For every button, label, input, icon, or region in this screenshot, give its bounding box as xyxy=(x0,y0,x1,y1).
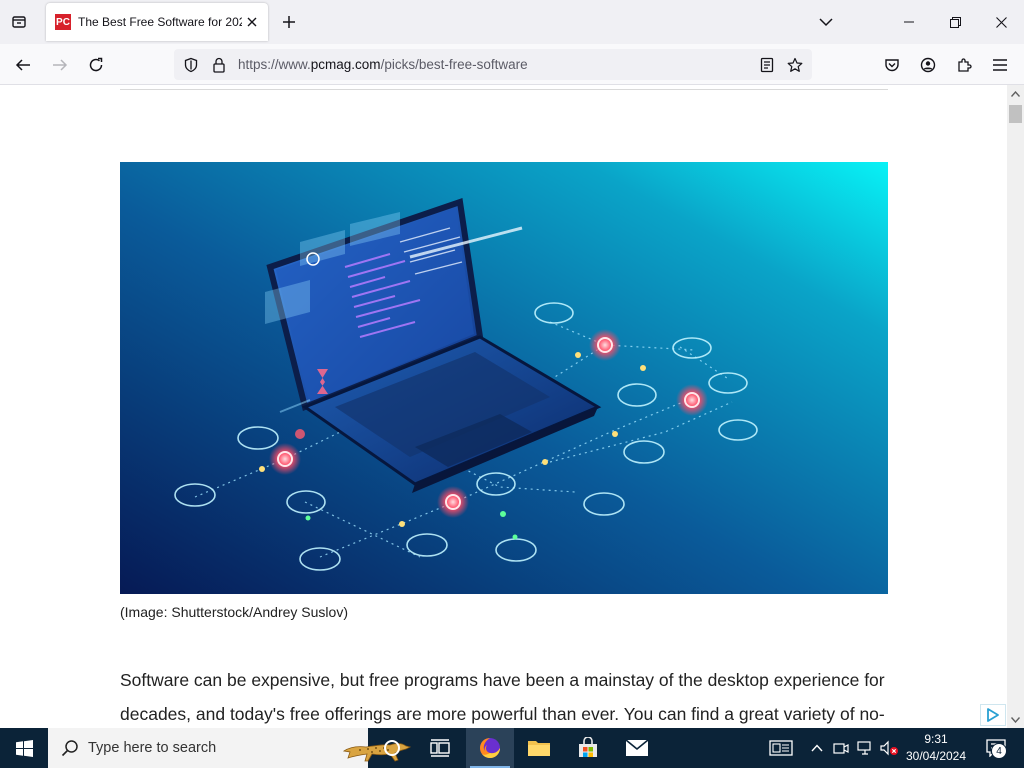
shield-icon xyxy=(184,57,198,73)
arrow-left-icon xyxy=(15,59,30,71)
site-security-icon[interactable] xyxy=(210,56,228,74)
hero-image-laptop-network xyxy=(120,162,888,594)
page-scrollbar[interactable] xyxy=(1007,85,1024,728)
taskbar-microsoft-store[interactable] xyxy=(564,728,612,768)
address-bar[interactable]: https://www.pcmag.com/picks/best-free-so… xyxy=(174,49,812,80)
taskbar-clock[interactable]: 9:31 30/04/2024 xyxy=(900,731,972,765)
mail-envelope-icon xyxy=(625,739,649,756)
scroll-up-button[interactable] xyxy=(1007,85,1024,102)
close-icon xyxy=(247,17,257,27)
bookmark-button[interactable] xyxy=(786,56,804,74)
navigation-toolbar: https://www.pcmag.com/picks/best-free-so… xyxy=(0,44,1024,85)
tab-title: The Best Free Software for 2024 xyxy=(78,15,242,29)
ad-choices-icon xyxy=(987,708,999,722)
network-status-button[interactable] xyxy=(854,738,876,758)
pocket-button[interactable] xyxy=(879,52,905,78)
task-view-icon xyxy=(430,739,450,757)
plus-icon xyxy=(283,16,295,28)
taskbar-file-explorer[interactable] xyxy=(515,728,563,768)
url-prefix: https://www. xyxy=(238,57,311,72)
reload-button[interactable] xyxy=(83,52,109,78)
close-icon xyxy=(995,16,1007,28)
scroll-thumb[interactable] xyxy=(1009,105,1022,123)
speaker-muted-icon xyxy=(880,740,898,756)
notification-count-badge: 4 xyxy=(991,743,1007,759)
close-window-button[interactable] xyxy=(978,0,1024,44)
start-button[interactable] xyxy=(0,728,48,768)
lock-icon xyxy=(213,57,225,73)
search-placeholder: Type here to search xyxy=(88,740,217,756)
puzzle-icon xyxy=(958,58,972,72)
url-path: /picks/best-free-software xyxy=(380,57,528,72)
star-icon xyxy=(787,57,803,72)
page-content: (Image: Shutterstock/Andrey Suslov) Soft… xyxy=(0,85,1007,728)
account-icon xyxy=(920,57,936,73)
url-text[interactable]: https://www.pcmag.com/picks/best-free-so… xyxy=(238,57,528,72)
reader-view-button[interactable] xyxy=(758,56,776,74)
chevron-down-icon xyxy=(819,18,833,27)
show-hidden-icons-button[interactable] xyxy=(806,738,828,758)
taskbar-firefox[interactable] xyxy=(466,728,514,768)
minimize-icon xyxy=(904,21,914,23)
account-button[interactable] xyxy=(915,52,941,78)
chevron-up-icon xyxy=(1011,90,1020,97)
volume-button[interactable] xyxy=(878,738,900,758)
folder-icon xyxy=(528,741,550,756)
forward-button[interactable] xyxy=(47,52,73,78)
pcmag-favicon: PC xyxy=(55,14,71,30)
clock-date: 30/04/2024 xyxy=(905,749,967,763)
scroll-down-button[interactable] xyxy=(1007,711,1024,728)
new-tab-button[interactable] xyxy=(278,11,300,33)
firefox-view-button[interactable] xyxy=(6,10,32,34)
clock-time: 9:31 xyxy=(924,732,948,746)
ad-choices-badge[interactable] xyxy=(980,704,1006,726)
browser-tab-active[interactable]: PC The Best Free Software for 2024 xyxy=(46,3,268,41)
restore-icon xyxy=(949,16,961,28)
windows-taskbar: Type here to search 9:31 30/04/2024 4 xyxy=(0,728,1024,768)
search-icon xyxy=(60,738,80,758)
minimize-button[interactable] xyxy=(886,0,932,44)
cortana-button[interactable] xyxy=(368,728,416,768)
tray-meet-now-button[interactable] xyxy=(830,738,852,758)
news-and-interests-button[interactable] xyxy=(768,738,794,758)
windows-logo-icon xyxy=(15,739,33,757)
extensions-button[interactable] xyxy=(951,52,977,78)
cortana-circle-icon xyxy=(384,740,400,756)
app-menu-button[interactable] xyxy=(987,52,1013,78)
firefox-icon xyxy=(480,738,500,758)
network-icon xyxy=(857,741,871,755)
taskbar-mail[interactable] xyxy=(613,728,661,768)
back-button[interactable] xyxy=(10,52,36,78)
camera-icon xyxy=(833,743,849,754)
hamburger-menu-icon xyxy=(993,59,1007,71)
tab-list-icon xyxy=(12,16,26,28)
chevron-down-icon xyxy=(1011,716,1020,723)
taskbar-search-box[interactable]: Type here to search xyxy=(48,728,412,768)
url-host: pcmag.com xyxy=(310,57,381,72)
store-bag-icon xyxy=(579,737,597,757)
reload-icon xyxy=(89,57,103,72)
tab-close-button[interactable] xyxy=(244,14,260,30)
tab-strip: PC The Best Free Software for 2024 xyxy=(0,0,1024,44)
task-view-button[interactable] xyxy=(416,728,464,768)
list-all-tabs-button[interactable] xyxy=(816,12,836,32)
chevron-up-icon xyxy=(811,744,823,752)
reader-view-icon xyxy=(760,57,774,73)
tracking-protection-icon[interactable] xyxy=(182,56,200,74)
image-caption: (Image: Shutterstock/Andrey Suslov) xyxy=(120,604,348,620)
arrow-right-icon xyxy=(53,59,68,71)
section-divider xyxy=(120,89,888,90)
article-intro-paragraph: Software can be expensive, but free prog… xyxy=(120,670,885,724)
news-icon xyxy=(769,740,793,756)
pocket-icon xyxy=(885,59,899,72)
restore-button[interactable] xyxy=(932,0,978,44)
